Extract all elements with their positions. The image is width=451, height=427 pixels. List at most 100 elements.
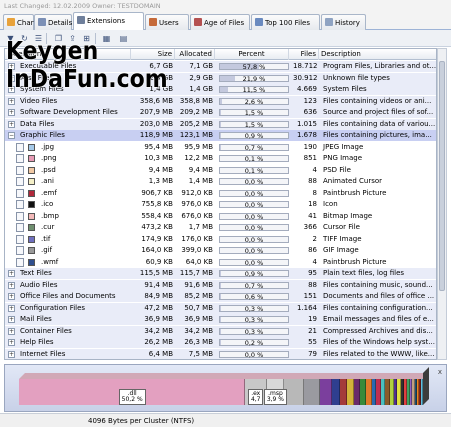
percent-bar: 0,7 % xyxy=(219,281,289,290)
tab-details[interactable]: Details xyxy=(34,14,72,30)
category-row[interactable]: + Video Files 358,6 MB 358,8 MB 2,6 % 123 File… xyxy=(5,95,436,107)
percent-value: 57,8 % xyxy=(242,63,266,71)
column-header-description[interactable]: Description xyxy=(319,49,436,60)
tab-bar: Chart Details Extensions Users Age of Files T… xyxy=(0,12,451,31)
category-row[interactable]: + Internet Files 6,4 MB 7,5 MB 0,0 % 79 Files … xyxy=(5,348,436,359)
treemap-block[interactable] xyxy=(340,379,348,405)
treemap-close-icon[interactable]: x xyxy=(438,368,442,376)
extension-row[interactable]: .png 10,3 MB 12,2 MB 0,1 % 851 PNG Image xyxy=(5,153,436,164)
expand-icon[interactable]: + xyxy=(8,120,15,128)
tab-chart[interactable]: Chart xyxy=(3,14,36,30)
category-row[interactable]: + Software Development Files 207,9 MB 209,2… xyxy=(5,107,436,118)
treemap-block[interactable] xyxy=(421,379,423,405)
expand-icon[interactable]: + xyxy=(8,350,15,358)
treemap-block[interactable] xyxy=(320,379,332,405)
allocated-value: 205,2 MB xyxy=(179,119,213,128)
category-row[interactable]: + Data Files 203,0 MB 205,2 MB 1,5 % 1.015 Fil… xyxy=(5,118,436,130)
table-view-icon[interactable]: ▤ xyxy=(118,33,129,44)
extension-name: .cur xyxy=(41,223,55,231)
files-count: 851 xyxy=(303,154,317,162)
column-header-files[interactable]: Files xyxy=(289,49,319,60)
collapse-icon[interactable]: − xyxy=(8,132,15,139)
tab-label: Details xyxy=(48,19,73,27)
users-icon xyxy=(149,18,157,26)
tab-age-of-files[interactable]: Age of Files xyxy=(190,14,250,30)
expand-icon[interactable]: + xyxy=(8,327,15,335)
category-name: Text Files xyxy=(20,269,52,277)
tab-users[interactable]: Users xyxy=(145,14,189,30)
category-row[interactable]: + Office Files and Documents 84,9 MB 85,2 M… xyxy=(5,291,436,302)
size-value: 558,4 KB xyxy=(141,211,173,220)
expand-icon[interactable]: + xyxy=(8,109,15,116)
description-text: Unknown file types xyxy=(323,73,390,82)
category-row[interactable]: + Container Files 34,2 MB 34,2 MB 0,3 % 21 Com… xyxy=(5,325,436,337)
treemap-block[interactable] xyxy=(304,379,321,405)
treemap-block[interactable] xyxy=(347,379,354,405)
files-count: 79 xyxy=(308,349,317,358)
percent-value: 0,7 % xyxy=(244,143,264,152)
expand-icon[interactable]: + xyxy=(8,281,15,289)
color-swatch xyxy=(28,143,35,151)
extension-row[interactable]: .emf 906,7 KB 912,0 KB 0,0 % 8 Paintbrush Pic… xyxy=(5,187,436,199)
extension-name: .gif xyxy=(41,246,53,254)
tab-label: Top 100 Files xyxy=(265,19,310,27)
files-count: 151 xyxy=(303,292,317,300)
percent-value: 0,0 % xyxy=(244,212,264,221)
column-header-percent[interactable]: Percent xyxy=(215,49,289,60)
expand-icon[interactable]: + xyxy=(8,270,15,277)
category-row[interactable]: + Mail Files 36,9 MB 36,9 MB 0,3 % 19 Email me… xyxy=(5,314,436,325)
extension-row[interactable]: .psd 9,4 MB 9,4 MB 0,1 % 4 PSD File xyxy=(5,164,436,176)
description-text: PSD File xyxy=(323,165,351,174)
allocated-value: 1,4 GB xyxy=(189,85,213,93)
extension-row[interactable]: .tif 174,9 KB 176,0 KB 0,0 % 2 TIFF Image xyxy=(5,233,436,245)
status-bar: 4096 Bytes per Cluster (NTFS) xyxy=(0,413,451,427)
description-text: Compressed Archives and dis... xyxy=(323,326,433,335)
treemap-block[interactable] xyxy=(331,379,340,405)
extension-row[interactable]: .ico 755,8 KB 976,0 KB 0,0 % 18 Icon xyxy=(5,199,436,210)
extension-row[interactable]: .bmp 558,4 KB 676,0 KB 0,0 % 41 Bitmap Image xyxy=(5,210,436,222)
expand-icon[interactable]: + xyxy=(8,304,15,312)
expand-icon[interactable]: + xyxy=(8,339,15,346)
tab-extensions[interactable]: Extensions xyxy=(73,12,144,31)
size-value: 207,9 MB xyxy=(139,108,173,116)
extension-row[interactable]: .wmf 60,9 KB 64,0 KB 0,0 % 4 Paintbrush Pictu… xyxy=(5,256,436,268)
category-row[interactable]: + Help Files 26,2 MB 26,3 MB 0,2 % 55 Files of… xyxy=(5,337,436,348)
files-count: 88 xyxy=(308,280,317,289)
extension-row[interactable]: .jpg 95,4 MB 95,9 MB 0,7 % 190 JPEG Image xyxy=(5,141,436,153)
extension-name: .ani xyxy=(41,177,54,185)
tab-history[interactable]: History xyxy=(321,14,366,30)
grid-icon[interactable]: ▦ xyxy=(101,33,112,44)
description-text: Paintbrush Picture xyxy=(323,257,387,266)
description-text: Files containing configuration... xyxy=(323,303,433,312)
extension-row[interactable]: .ani 1,3 MB 1,4 MB 0,0 % 88 Animated Cursor xyxy=(5,176,436,187)
color-swatch xyxy=(28,201,35,208)
column-header-size[interactable]: Size xyxy=(131,49,175,60)
tab-top-100-files[interactable]: Top 100 Files xyxy=(251,14,320,30)
description-text: JPEG Image xyxy=(323,142,364,151)
extension-treemap[interactable]: x .dll 50,2 % .ex 4,7 .msp 3,9 % xyxy=(4,364,447,412)
expand-icon[interactable]: + xyxy=(8,293,15,300)
percent-value: 0,9 % xyxy=(244,270,264,278)
size-value: 1,3 MB xyxy=(148,177,173,185)
treemap-label: .ex 4,7 xyxy=(247,389,264,405)
description-text: Cursor File xyxy=(323,223,360,231)
column-header-allocated[interactable]: Allocated xyxy=(175,49,215,60)
files-count: 30.912 xyxy=(293,73,318,82)
category-row[interactable]: + Configuration Files 47,2 MB 50,7 MB 0,3 % 1… xyxy=(5,302,436,314)
category-row[interactable]: + Text Files 115,5 MB 115,7 MB 0,9 % 95 Plain … xyxy=(5,268,436,279)
category-row[interactable]: + Audio Files 91,4 MB 91,6 MB 0,7 % 88 Files c… xyxy=(5,279,436,291)
percent-bar: 0,0 % xyxy=(219,258,289,267)
expand-icon[interactable]: + xyxy=(8,316,15,323)
extension-row[interactable]: .gif 164,0 KB 399,0 KB 0,0 % 86 GIF Image xyxy=(5,245,436,256)
vertical-scrollbar[interactable] xyxy=(437,48,447,360)
category-row[interactable]: − Graphic Files 118,9 MB 123,1 MB 0,9 % 1.678… xyxy=(5,130,436,141)
treemap-block[interactable] xyxy=(284,379,305,405)
expand-icon[interactable]: + xyxy=(8,97,15,105)
percent-bar: 21,9 % xyxy=(219,74,289,83)
file-type-icon xyxy=(16,200,24,209)
percent-bar: 0,1 % xyxy=(219,155,289,163)
scrollbar-thumb[interactable] xyxy=(439,61,445,291)
files-count: 21 xyxy=(308,326,317,335)
extension-row[interactable]: .cur 473,2 KB 1,7 MB 0,0 % 366 Cursor File xyxy=(5,222,436,233)
files-count: 2 xyxy=(312,234,317,243)
